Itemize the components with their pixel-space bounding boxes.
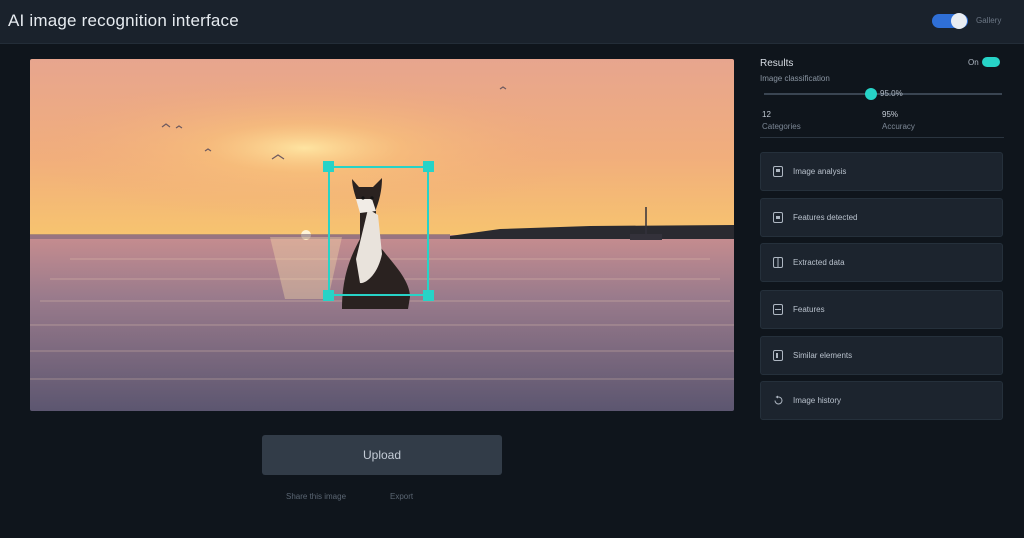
image-icon [773, 166, 783, 177]
panel-title: Results [760, 58, 794, 69]
result-item-label: Image history [793, 396, 842, 405]
stat-value: 12 [762, 110, 771, 119]
app-title: AI image recognition interface [8, 11, 239, 30]
switch-label: On [968, 58, 979, 67]
result-item-features-detected[interactable]: Features detected [760, 198, 1003, 237]
share-link[interactable]: Share this image [286, 492, 346, 501]
result-item-label: Image analysis [793, 167, 847, 176]
result-item-image-analysis[interactable]: Image analysis [760, 152, 1003, 191]
stat-label: Categories [762, 122, 801, 131]
tag-icon [773, 212, 783, 223]
result-item-label: Extracted data [793, 258, 845, 267]
results-switch[interactable] [982, 57, 1000, 67]
image-canvas[interactable] [30, 59, 734, 411]
stat-label: Accuracy [882, 122, 915, 131]
stat-value: 95% [882, 110, 899, 119]
resize-handle-top-right[interactable] [423, 161, 434, 172]
result-item-features[interactable]: Features [760, 290, 1003, 329]
panel-divider [760, 137, 1004, 138]
panel-subtitle: Image classification [760, 74, 830, 83]
result-item-label: Features detected [793, 213, 858, 222]
resize-handle-bottom-left[interactable] [323, 290, 334, 301]
view-toggle[interactable] [932, 13, 968, 29]
result-item-label: Similar elements [793, 351, 853, 360]
slider-thumb[interactable] [865, 88, 877, 100]
toggle-label: Gallery [976, 16, 1002, 25]
confidence-value: 95.0% [880, 89, 903, 98]
grid-icon [773, 257, 783, 268]
resize-handle-bottom-right[interactable] [423, 290, 434, 301]
history-icon [774, 395, 783, 405]
resize-handle-top-left[interactable] [323, 161, 334, 172]
top-bar: AI image recognition interface Gallery [0, 0, 1024, 44]
result-item-label: Features [793, 305, 825, 314]
export-link[interactable]: Export [390, 492, 413, 501]
upload-button[interactable]: Upload [262, 435, 502, 475]
toggle-knob [951, 13, 967, 29]
box-icon [773, 304, 783, 315]
result-item-extracted-data[interactable]: Extracted data [760, 243, 1003, 282]
result-item-similar-elements[interactable]: Similar elements [760, 336, 1003, 375]
result-item-image-history[interactable]: Image history [760, 381, 1003, 420]
detection-box[interactable] [323, 161, 434, 301]
layers-icon [773, 350, 783, 361]
